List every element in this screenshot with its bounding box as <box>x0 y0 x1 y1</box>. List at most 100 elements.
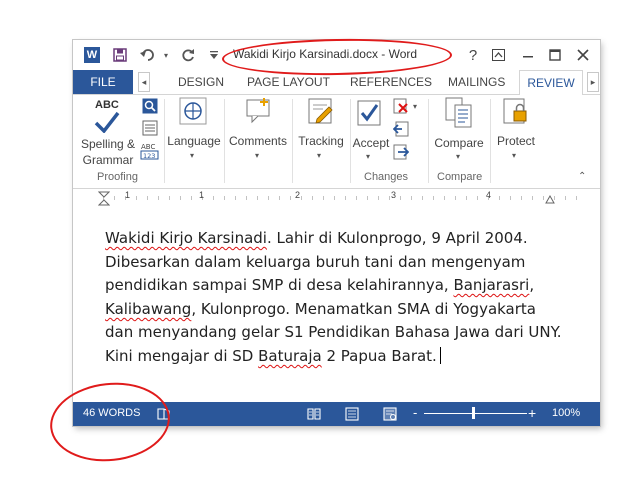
reject-icon[interactable] <box>393 98 409 114</box>
word-count[interactable]: 46 WORDS <box>83 407 140 419</box>
tab-design[interactable]: DESIGN <box>178 70 224 94</box>
reject-dropdown-icon[interactable]: ▾ <box>413 102 417 111</box>
collapse-ribbon-icon[interactable]: ⌃ <box>578 171 586 182</box>
first-line-indent-icon[interactable] <box>98 191 110 207</box>
changes-group-label: Changes <box>364 171 409 183</box>
accept-button[interactable]: Accept ▾ <box>351 95 391 167</box>
tracking-button[interactable]: Tracking ▾ <box>293 95 349 167</box>
compare-dropdown-icon: ▾ <box>456 152 461 161</box>
tab-scroll-left-icon[interactable]: ◂ <box>138 72 150 92</box>
ruler-number: 2 <box>295 190 301 200</box>
word-logo-icon[interactable]: W <box>84 47 100 63</box>
proofing-status-icon[interactable] <box>157 407 171 421</box>
tab-scroll-right-icon[interactable]: ▸ <box>587 72 599 92</box>
proofing-group: ABC Spelling & Grammar ABC 123 Proofing <box>73 95 163 188</box>
track-changes-icon <box>308 98 333 124</box>
ruler-number: 1 <box>125 190 131 200</box>
close-icon[interactable] <box>572 45 594 65</box>
doc-text: pendidikan sampai SMP di desa kelahirann… <box>105 276 454 295</box>
spelling-grammar-button[interactable]: ABC Spelling & Grammar <box>77 97 139 169</box>
minimize-icon[interactable] <box>517 45 539 65</box>
protect-group: Protect ▾ <box>491 95 541 188</box>
ribbon: ABC Spelling & Grammar ABC 123 Proofing <box>73 95 600 189</box>
define-icon[interactable] <box>142 98 158 114</box>
tab-references[interactable]: REFERENCES <box>350 70 432 94</box>
zoom-slider[interactable] <box>424 413 527 414</box>
comments-group: Comments ▾ <box>225 95 291 188</box>
doc-text: Dibesarkan dalam keluarga buruh tani dan… <box>105 252 526 271</box>
tracking-group: Tracking ▾ <box>293 95 349 188</box>
ribbon-tabs: FILE ◂ DESIGN PAGE LAYOUT REFERENCES MAI… <box>73 70 600 96</box>
doc-text: dan menyandang gelar S1 Pendidikan Bahas… <box>105 323 562 342</box>
abc-label: ABC <box>95 99 119 111</box>
doc-text: . Lahir di Kulonprogo, 9 April 2004. <box>266 229 528 247</box>
accept-icon <box>357 100 381 126</box>
customize-qat-icon[interactable] <box>205 46 223 64</box>
status-bar: 46 WORDS - + 100% <box>73 402 600 426</box>
tab-page-layout[interactable]: PAGE LAYOUT <box>247 70 330 94</box>
doc-text: 2 Papua Barat. <box>321 346 437 365</box>
previous-change-icon[interactable] <box>393 121 409 137</box>
spelling-label-line2: Grammar <box>82 153 134 167</box>
doc-line: pendidikan sampai SMP di desa kelahirann… <box>105 274 575 298</box>
language-dropdown-icon: ▾ <box>190 151 195 160</box>
help-icon[interactable]: ? <box>462 45 484 65</box>
doc-line: Dibesarkan dalam keluarga buruh tani dan… <box>105 251 575 275</box>
undo-icon[interactable] <box>139 46 157 64</box>
protect-lock-icon <box>503 98 527 124</box>
horizontal-ruler[interactable]: 1 1 2 3 4 <box>73 189 600 207</box>
doc-line: Wakidi Kirjo Karsinadi. Lahir di Kulonpr… <box>105 227 575 251</box>
web-layout-icon[interactable] <box>383 407 397 421</box>
ribbon-display-icon[interactable] <box>487 45 509 65</box>
misspelled-word[interactable]: Kalibawang <box>105 300 191 318</box>
protect-button[interactable]: Protect ▾ <box>491 95 541 167</box>
zoom-out-button[interactable]: - <box>413 405 417 420</box>
spelling-label-line1: Spelling & <box>80 137 136 151</box>
ruler-track <box>103 196 581 200</box>
doc-text: Kini mengajar di SD <box>105 346 259 365</box>
ruler-number: 3 <box>391 190 397 200</box>
next-change-icon[interactable] <box>393 144 409 160</box>
comments-dropdown-icon: ▾ <box>255 151 260 160</box>
compare-label: Compare <box>434 136 484 150</box>
svg-text:123: 123 <box>143 152 155 160</box>
ruler-number: 1 <box>199 190 205 200</box>
read-mode-icon[interactable] <box>307 407 321 421</box>
doc-text: , Kulonprogo. Menamatkan SMA di Yogyakar… <box>191 299 536 318</box>
misspelled-word[interactable]: Baturaja <box>258 347 322 365</box>
compare-button[interactable]: Compare ▾ <box>429 95 489 167</box>
doc-line: dan menyandang gelar S1 Pendidikan Bahas… <box>105 321 575 345</box>
accept-dropdown-icon: ▾ <box>366 152 371 161</box>
compare-group-label: Compare <box>437 171 483 183</box>
print-layout-icon[interactable] <box>345 407 359 421</box>
save-icon[interactable] <box>111 46 129 64</box>
language-icon <box>179 97 207 125</box>
compare-icon <box>445 97 472 128</box>
document-body[interactable]: Wakidi Kirjo Karsinadi. Lahir di Kulonpr… <box>105 227 575 369</box>
comments-button[interactable]: Comments ▾ <box>225 95 291 167</box>
proofing-group-label: Proofing <box>97 171 138 183</box>
word-count-icon[interactable]: ABC 123 <box>140 141 160 161</box>
svg-text:ABC: ABC <box>141 143 155 151</box>
text-cursor <box>439 346 441 364</box>
word-window: W ▾ Wakidi Kirjo Karsinadi.docx - Word ? <box>73 40 600 426</box>
tracking-dropdown-icon: ▾ <box>317 151 322 160</box>
thesaurus-icon[interactable] <box>142 120 158 136</box>
new-comment-icon <box>246 98 270 124</box>
spelling-check-icon <box>94 111 120 133</box>
language-button[interactable]: Language ▾ <box>165 95 223 167</box>
comments-label: Comments <box>228 134 287 148</box>
tab-mailings[interactable]: MAILINGS <box>448 70 505 94</box>
misspelled-word[interactable]: Wakidi Kirjo Karsinadi <box>105 229 267 247</box>
undo-dropdown-icon[interactable]: ▾ <box>157 46 175 64</box>
right-indent-icon[interactable] <box>545 195 555 204</box>
accept-label: Accept <box>352 136 390 150</box>
zoom-in-button[interactable]: + <box>528 405 536 421</box>
tab-file[interactable]: FILE <box>73 70 133 94</box>
misspelled-word[interactable]: Banjarasri <box>453 276 529 294</box>
redo-icon[interactable] <box>179 46 197 64</box>
zoom-slider-thumb[interactable] <box>472 407 475 419</box>
zoom-level[interactable]: 100% <box>552 407 580 419</box>
tab-review[interactable]: REVIEW <box>519 70 583 96</box>
maximize-icon[interactable] <box>544 45 566 65</box>
